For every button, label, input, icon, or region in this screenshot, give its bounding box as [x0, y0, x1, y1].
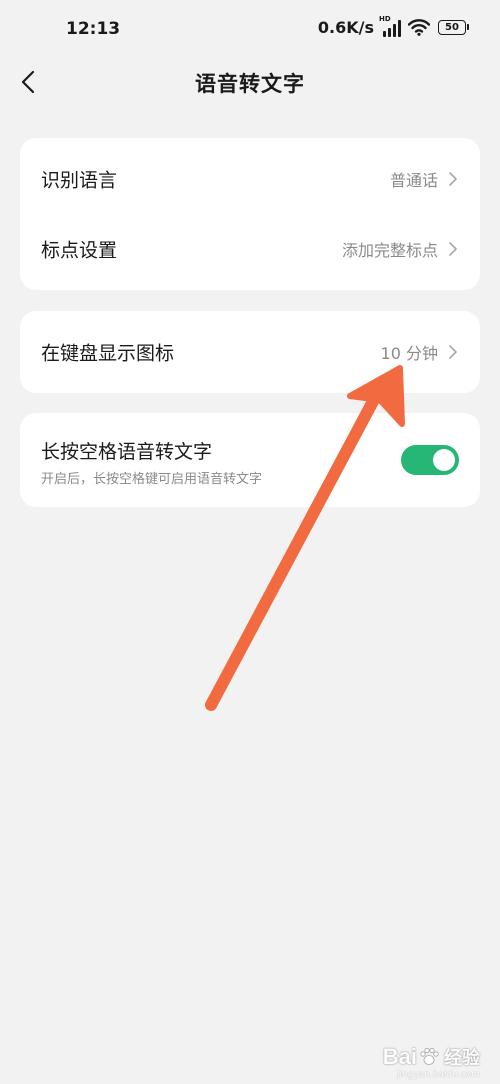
setting-description: 开启后，长按空格键可启用语音转文字	[41, 472, 263, 487]
setting-value: 10 分钟	[380, 344, 438, 363]
chevron-right-icon	[449, 172, 457, 186]
cellular-signal-icon: HD	[379, 15, 402, 37]
setting-value: 添加完整标点	[341, 241, 438, 260]
space-voice-toggle[interactable]	[401, 445, 459, 475]
watermark-logo: Bai 经验	[383, 1044, 480, 1070]
settings-card-keyboard-icon: 在键盘显示图标 10 分钟	[20, 311, 480, 393]
setting-row-punctuation[interactable]: 标点设置 添加完整标点	[20, 214, 480, 284]
status-indicators: 0.6K/s HD 50	[317, 15, 469, 37]
battery-icon: 50	[438, 20, 469, 35]
watermark-url: jingyan.baidu.com	[396, 1070, 480, 1080]
setting-row-recognition-language[interactable]: 识别语言 普通话	[20, 144, 480, 214]
toggle-knob	[433, 449, 455, 471]
paw-icon	[420, 1047, 439, 1065]
network-speed: 0.6K/s	[317, 18, 374, 37]
settings-card-space-voice: 长按空格语音转文字 开启后，长按空格键可启用语音转文字	[20, 413, 480, 507]
setting-row-show-keyboard-icon[interactable]: 在键盘显示图标 10 分钟	[20, 317, 480, 387]
status-time: 12:13	[66, 19, 121, 39]
setting-label: 长按空格语音转文字	[41, 441, 213, 463]
battery-level: 50	[445, 21, 459, 33]
wifi-icon	[408, 19, 430, 36]
chevron-right-icon	[449, 345, 457, 359]
watermark-suffix: 经验	[444, 1048, 480, 1069]
setting-label: 在键盘显示图标	[41, 342, 175, 365]
settings-card-language: 识别语言 普通话 标点设置 添加完整标点	[20, 138, 480, 290]
status-bar: 12:13 0.6K/s HD 50	[0, 0, 500, 60]
setting-label: 标点设置	[41, 239, 118, 262]
page-title: 语音转文字	[195, 72, 305, 96]
nav-bar: 语音转文字	[0, 60, 500, 104]
setting-label: 识别语言	[41, 169, 118, 192]
setting-value: 普通话	[389, 171, 438, 190]
hd-badge: HD	[379, 14, 391, 23]
chevron-right-icon	[449, 242, 457, 256]
watermark-brand: Bai	[383, 1044, 441, 1070]
